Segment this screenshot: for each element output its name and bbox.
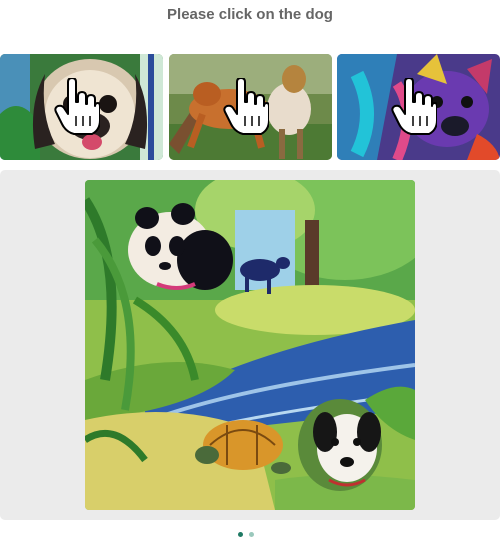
challenge-image[interactable] xyxy=(85,180,415,510)
hand-pointer-icon xyxy=(391,78,437,135)
example-image-colorful-dog xyxy=(337,54,500,160)
challenge-panel xyxy=(0,170,500,520)
example-image-pug xyxy=(0,54,163,160)
hand-pointer-icon xyxy=(223,78,269,135)
hand-pointer-icon xyxy=(54,78,100,135)
progress-indicator xyxy=(238,532,254,537)
instruction-text: Please click on the dog xyxy=(167,6,333,23)
example-image-running-dog xyxy=(169,54,332,160)
progress-dot xyxy=(249,532,254,537)
progress-dot-active xyxy=(238,532,243,537)
